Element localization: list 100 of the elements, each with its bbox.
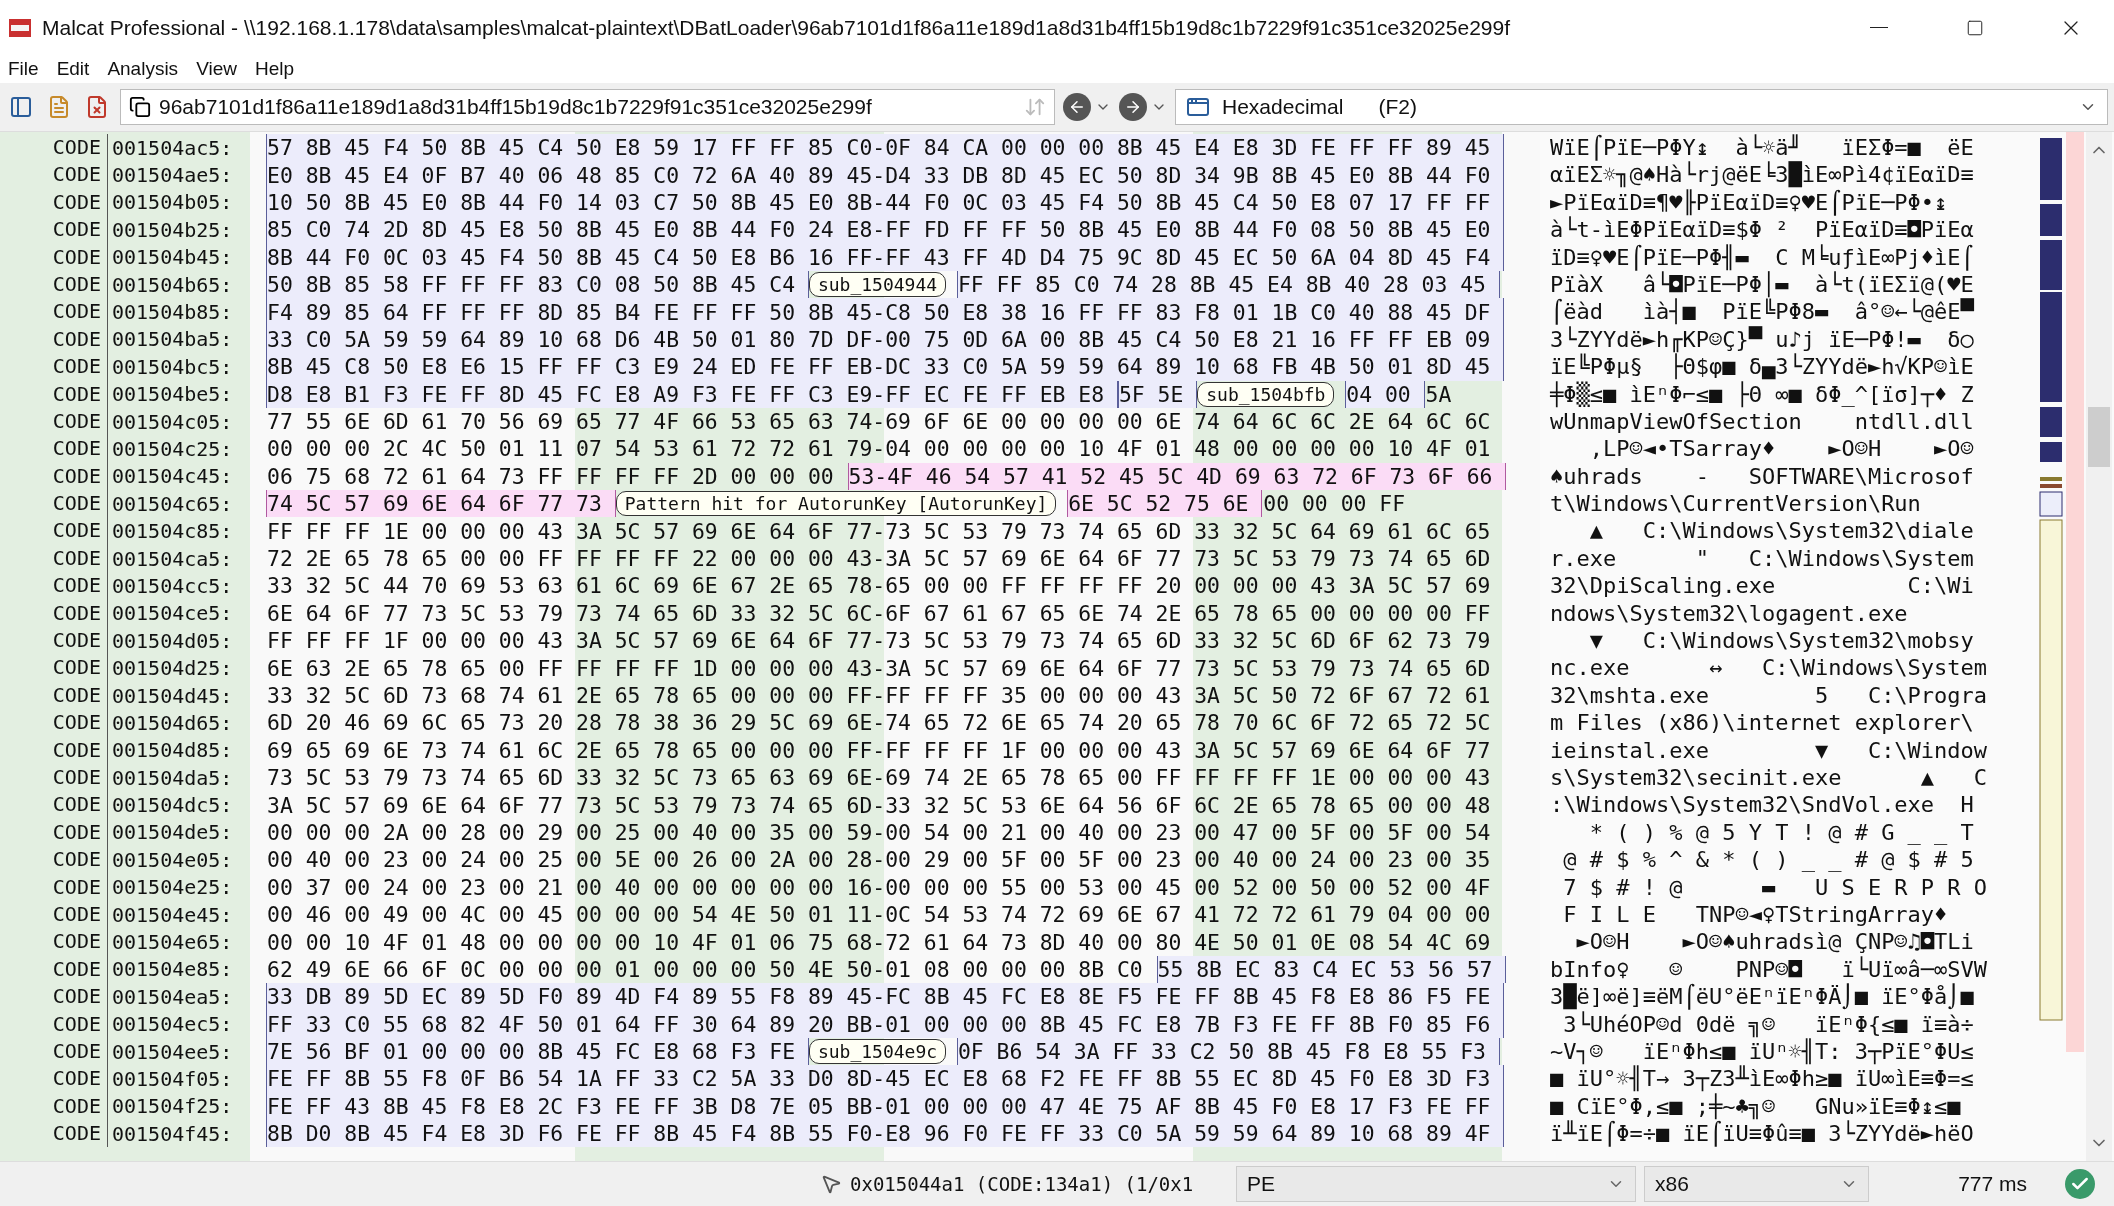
segment-name: CODE xyxy=(0,736,108,764)
menu-item[interactable]: File xyxy=(8,58,39,80)
ascii-text: ♠uhrads - SOFTWARE\Microsof xyxy=(1550,462,1975,491)
analysis-time: 777 ms xyxy=(1957,1172,2027,1196)
segment-name: CODE xyxy=(0,791,108,819)
segment-name: CODE xyxy=(0,462,108,491)
segment-name: CODE xyxy=(0,627,108,655)
segment-name: CODE xyxy=(0,270,108,299)
segment-name: CODE xyxy=(0,1010,108,1038)
address: 001504c65: xyxy=(111,491,233,516)
hex-bytes: 69 65 69 6E 73 74 61 6C 2E 65 78 65 00 00 00 FF-FF FF FF 1F 00 00 00 43 3A 5C 57 69 6E 64 6F 77 xyxy=(266,736,1492,764)
address: 001504c05: xyxy=(111,409,233,434)
address: 001504d25: xyxy=(111,656,233,681)
hex-bytes: 6E 64 6F 77 73 5C 53 79 73 74 65 6D 33 32 5C 6C-6F 67 61 67 65 6E 74 2E 65 78 65 00 00 00 00 FF xyxy=(266,599,1492,628)
format-dropdown[interactable]: PE xyxy=(1236,1166,1636,1202)
hex-bytes: 8B 44 F0 0C 03 45 F4 50 8B 45 C4 50 E8 B6 16 FF-FF 43 FF 4D D4 75 9C 8D 45 EC 50 6A 04 8D 45 F4 xyxy=(266,243,1505,271)
window-icon xyxy=(1186,95,1210,119)
view-mode-dropdown[interactable]: Hexadecimal (F2) xyxy=(1175,89,2108,125)
ascii-text: F I L E TNP☺◄♀TStringArray♦ xyxy=(1562,900,1949,929)
segment-name: CODE xyxy=(0,764,108,792)
menu-item[interactable]: Help xyxy=(254,58,295,80)
cursor-icon xyxy=(820,1173,842,1195)
hex-bytes: 06 75 68 72 61 64 73 FF FF FF FF 2D 00 00 00 xyxy=(266,462,835,491)
address: 001504de5: xyxy=(111,820,233,845)
address: 001504f05: xyxy=(111,1066,233,1091)
hex-bytes: 8B 45 C8 50 E8 E6 15 FF FF C3 E9 24 ED FE FF EB-DC 33 C0 5A 59 59 64 89 10 68 FB 4B 50 01 8D 45 xyxy=(266,353,1505,381)
hex-bytes: 33 32 5C 6D 73 68 74 61 2E 65 78 65 00 00 00 FF-FF FF FF 35 00 00 00 43 3A 5C 50 72 6F 67 72 61 xyxy=(266,682,1492,710)
segment-name: CODE xyxy=(0,955,108,984)
architecture-dropdown[interactable]: x86 xyxy=(1644,1166,1869,1202)
address: 001504f25: xyxy=(111,1094,233,1119)
hex-bytes: 33 DB 89 5D EC 89 5D F0 89 4D F4 89 55 F8 89 45-FC 8B 45 FC E8 8E F5 FE FF 8B 45 F8 E8 86 F5 FE xyxy=(266,983,1505,1011)
address: 001504c85: xyxy=(111,519,233,544)
copy-icon[interactable] xyxy=(129,96,151,118)
address: 001504bc5: xyxy=(111,354,233,379)
ascii-text: ieinstal.exe ▼ C:\Window xyxy=(1550,736,1989,764)
address: 001504ae5: xyxy=(111,163,233,188)
segment-name: CODE xyxy=(0,818,108,847)
ascii-text: PïàX â└◘PïE─PΦ│▬ à└t(ïEΣï@(♥E xyxy=(1550,270,1975,299)
segment-name: CODE xyxy=(0,490,108,518)
hex-bytes: 77 55 6E 6D 61 70 56 69 65 77 4F 66 53 65 63 74-69 6F 6E 00 00 00 00 6E 74 64 6C 6C 2E 64 6C 6C xyxy=(266,408,1492,436)
ascii-text: WïE⌠PïE─PΦY↨ à└☼ä╜ ïEΣΦ=■ ëE xyxy=(1550,134,1975,162)
ascii-text: @ # $ % ^ & * ( ) _ _ # @ $ # 5 xyxy=(1562,846,1975,874)
hex-bytes: 57 8B 45 F4 50 8B 45 C4 50 E8 59 17 FF FF 85 C0-0F 84 CA 00 00 00 8B 45 E4 E8 3D FE FF FF 89 45 xyxy=(266,134,1505,162)
ascii-text: ■ ïU°☼╢T→ 3┬Z3╨ìE∞Φh≥■ ïU∞ìE≡Φ=≤ xyxy=(1550,1065,1975,1093)
segment-name: CODE xyxy=(0,407,108,436)
segment-name: CODE xyxy=(0,544,108,573)
minimize-icon xyxy=(1870,26,1888,29)
hex-bytes: 7E 56 BF 01 00 00 00 8B 45 FC E8 68 F3 FE xyxy=(266,1037,809,1066)
hex-bytes: 50 8B 85 58 FF FF FF 83 C0 08 50 8B 45 C4 xyxy=(266,270,809,299)
file-path-field[interactable]: 96ab7101d1f86a11e189d1a8d31b4ff15b19d8c1b7229f91c351ce32025e299f xyxy=(120,89,1055,125)
segment-name: CODE xyxy=(0,298,108,326)
ascii-text: ╪Φ▒≤■ ìEⁿΦ⌐≤■ ├Θ ∞■ δΦ_^[ïσ]┬♦ Z xyxy=(1550,380,1975,408)
overview-map-drawing[interactable] xyxy=(2038,132,2086,1052)
hex-bytes: FE FF 8B 55 F8 0F B6 54 1A FF 33 C2 5A 33 D0 8D-45 EC E8 68 F2 FE FF 8B 55 EC 8D 45 F0 E8 3D F3 xyxy=(266,1065,1505,1093)
menu-item[interactable]: View xyxy=(196,58,237,80)
hex-bytes: 00 40 00 23 00 24 00 25 00 5E 00 26 00 2A 00 28-00 29 00 5F 00 5F 00 23 00 40 00 24 00 23 00 35 xyxy=(266,846,1492,874)
segment-name: CODE xyxy=(0,435,108,463)
hex-bytes: FF 33 C0 55 68 82 4F 50 01 64 FF 30 64 89 20 BB-01 00 00 00 8B 45 FC E8 7B F3 FE FF 8B F0 85 F6 xyxy=(266,1010,1505,1038)
address: 001504d85: xyxy=(111,738,233,763)
hex-bytes: 5A xyxy=(1424,380,1453,408)
segment-name: CODE xyxy=(0,572,108,600)
address: 001504b65: xyxy=(111,272,233,297)
ascii-text: wUnmapViewOfSection ntdll.dll xyxy=(1550,408,1975,436)
hex-bytes: 33 C0 5A 59 59 64 89 10 68 D6 4B 50 01 80 7D DF-00 75 0D 6A 00 8B 45 C4 50 E8 21 16 FF FF EB 09 xyxy=(266,325,1505,354)
ascii-text: ,LP☺◄•TSarray♦ ►O☺H ►O☺ xyxy=(1588,435,1975,463)
ascii-text: αïEΣ☼╖@♠Hà└rj@ëE╘3█ìE∞Pì4¢ïEαïD≡ xyxy=(1550,161,1975,189)
hex-bytes: 74 5C 57 69 6E 64 6F 77 73 xyxy=(266,490,616,518)
hex-bytes: 00 00 00 2C 4C 50 01 11 07 54 53 61 72 72 61 79-04 00 00 00 00 10 4F 01 48 00 00 00 00 10 4F 01 xyxy=(266,435,1492,463)
hex-bytes: F4 89 85 64 FF FF FF 8D 85 B4 FE FF FF 50 8B 45-C8 50 E8 38 16 FF FF 83 F8 01 1B C0 40 88 45 DF xyxy=(266,298,1505,326)
hex-bytes: 33 32 5C 44 70 69 53 63 61 6C 69 6E 67 2E 65 78-65 00 00 FF FF FF FF 20 00 00 00 43 3A 5C 57 69 xyxy=(266,572,1492,600)
segment-name: CODE xyxy=(0,1037,108,1066)
segment-name: CODE xyxy=(0,517,108,545)
segment-name: CODE xyxy=(0,654,108,682)
ascii-text: s\System32\secinit.exe ▲ C xyxy=(1550,764,1989,792)
hex-bytes: 62 49 6E 66 6F 0C 00 00 00 01 00 00 00 50 4E 50-01 08 00 00 00 8B C0 xyxy=(266,955,1144,984)
ascii-text: ►PïEαïD≡¶♥╟PïEαïD≡♀♥E⌠PïE─PΦ•↨ xyxy=(1550,188,1948,217)
address: 001504c45: xyxy=(111,464,233,489)
address: 001504ba5: xyxy=(111,327,233,352)
scrollbar-thumb[interactable] xyxy=(2088,406,2110,467)
menu-item[interactable]: Analysis xyxy=(107,58,179,80)
ascii-text: t\Windows\CurrentVersion\Run xyxy=(1550,490,1922,518)
segment-name: CODE xyxy=(0,983,108,1011)
address: 001504d45: xyxy=(111,683,233,708)
hex-bytes: 8B D0 8B 45 F4 E8 3D F6 FE FF 8B 45 F4 8B 55 F0-E8 96 F0 FE FF 33 C0 5A 59 59 64 89 10 68 89 4F xyxy=(266,1120,1505,1148)
segment-name: CODE xyxy=(0,353,108,381)
ascii-text: bInfo♀ ☺ PNP☺◘ ï└Uï∞â─∞SVW xyxy=(1550,955,1989,983)
menu-item[interactable]: Edit xyxy=(56,58,90,80)
segment-name: CODE xyxy=(0,380,108,408)
ascii-text: ïE╚PΦµ§ ├Θ$φ■ δ▄3└ZYYdë►h√KP☺ìE xyxy=(1550,353,1975,380)
ascii-text: 3█ë]∞ë]≡ëM⌠ëU°ëEⁿïEⁿΦÄ⌡■ ïE°Φå⌡■ xyxy=(1550,983,1975,1010)
segment-name: CODE xyxy=(0,1065,108,1093)
hex-bytes: 6D 20 46 69 6C 65 73 20 28 78 38 36 29 5C 69 6E-74 65 72 6E 65 74 20 65 78 70 6C 6F 72 65 72 5C xyxy=(266,709,1492,737)
ascii-text: ïD≡♀♥E⌠PïE─PΦ╢▬ C M╘uƒìE∞Pj♦ìE⌠ xyxy=(1550,243,1975,271)
address: 001504f45: xyxy=(111,1121,233,1146)
hex-bytes: FF FF FF 1E 00 00 00 43 3A 5C 57 69 6E 64 6F 77-73 5C 53 79 73 74 65 6D 33 32 5C 64 69 61 6C 65 xyxy=(266,517,1492,545)
ascii-text: ndows\System32\logagent.exe xyxy=(1550,599,1909,628)
address: 001504cc5: xyxy=(111,573,233,598)
scrollbar[interactable] xyxy=(2086,132,2112,1161)
segment-name: CODE xyxy=(0,681,108,710)
symbol-label: sub_1504944 xyxy=(808,272,947,298)
